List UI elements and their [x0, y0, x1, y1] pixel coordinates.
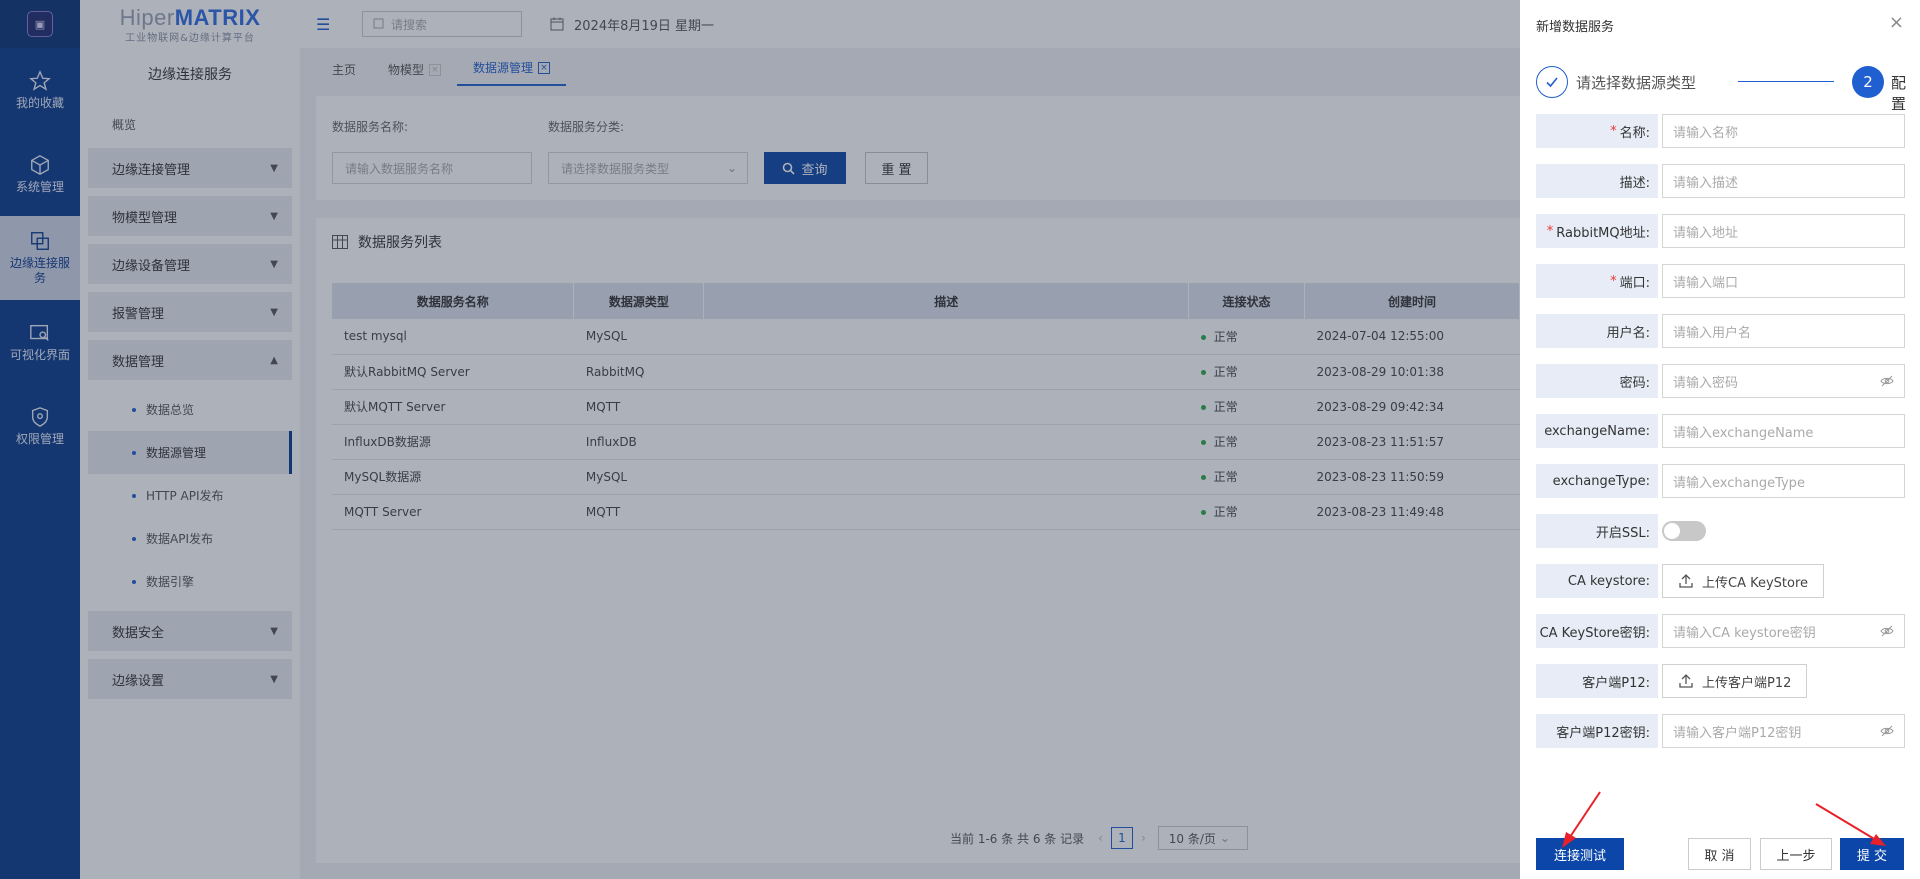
- field-label: * 端口:: [1536, 264, 1658, 298]
- field-label: 密码:: [1536, 364, 1658, 398]
- field-label: 用户名:: [1536, 314, 1658, 348]
- field-label: 客户端P12密钥:: [1536, 714, 1658, 748]
- field-input[interactable]: 请输入exchangeName: [1662, 414, 1905, 448]
- form-row: 密码: 请输入密码: [1536, 364, 1905, 398]
- close-icon[interactable]: ×: [1889, 12, 1904, 33]
- toggle-knob: [1664, 523, 1680, 539]
- form-row: CA keystore: 上传CA KeyStore: [1536, 564, 1905, 598]
- upload-button[interactable]: 上传客户端P12: [1662, 664, 1808, 698]
- field-label: exchangeName:: [1536, 414, 1658, 448]
- step-connector: [1738, 81, 1834, 82]
- add-data-service-drawer: 新增数据服务 × 请选择数据源类型 2 配置 * 名称: 请输入名称 描述: 请输入描述…: [1520, 0, 1920, 879]
- form-row: CA KeyStore密钥: 请输入CA keystore密钥: [1536, 614, 1905, 648]
- form-row: 描述: 请输入描述: [1536, 164, 1905, 198]
- field-label: * RabbitMQ地址:: [1536, 214, 1658, 248]
- field-input[interactable]: 请输入地址: [1662, 214, 1905, 248]
- modal-overlay[interactable]: [0, 0, 1520, 879]
- field-input[interactable]: 请输入描述: [1662, 164, 1905, 198]
- field-label: CA KeyStore密钥:: [1536, 614, 1658, 648]
- field-input[interactable]: 请输入客户端P12密钥: [1662, 714, 1905, 748]
- field-label: * 名称:: [1536, 114, 1658, 148]
- upload-icon: [1678, 573, 1702, 589]
- stepper: 请选择数据源类型 2 配置: [1536, 66, 1920, 113]
- eye-off-icon[interactable]: [1880, 374, 1894, 392]
- upload-button[interactable]: 上传CA KeyStore: [1662, 564, 1825, 598]
- field-label: 客户端P12:: [1536, 664, 1658, 698]
- check-icon: [1536, 66, 1568, 98]
- form-row: 客户端P12密钥: 请输入客户端P12密钥: [1536, 714, 1905, 748]
- upload-icon: [1678, 673, 1702, 689]
- annotation-arrow-icon: [1562, 791, 1601, 848]
- field-label: exchangeType:: [1536, 464, 1658, 498]
- form-row: 用户名: 请输入用户名: [1536, 314, 1905, 348]
- field-input[interactable]: 请输入exchangeType: [1662, 464, 1905, 498]
- step2-number: 2: [1852, 66, 1884, 98]
- form-row: * 名称: 请输入名称: [1536, 114, 1905, 148]
- ssl-toggle[interactable]: [1662, 521, 1706, 541]
- cancel-button[interactable]: 取 消: [1688, 838, 1751, 870]
- step1-label: 请选择数据源类型: [1576, 74, 1697, 92]
- drawer-title: 新增数据服务: [1536, 20, 1615, 35]
- step2-label: 配置: [1891, 74, 1907, 113]
- eye-off-icon[interactable]: [1880, 724, 1894, 742]
- field-input[interactable]: 请输入用户名: [1662, 314, 1905, 348]
- form-row: * RabbitMQ地址: 请输入地址: [1536, 214, 1905, 248]
- field-input[interactable]: 请输入端口: [1662, 264, 1905, 298]
- eye-off-icon[interactable]: [1880, 624, 1894, 642]
- field-label: CA keystore:: [1536, 564, 1658, 598]
- field-input[interactable]: 请输入CA keystore密钥: [1662, 614, 1905, 648]
- form-row: 客户端P12: 上传客户端P12: [1536, 664, 1905, 698]
- form-row: * 端口: 请输入端口: [1536, 264, 1905, 298]
- field-input[interactable]: 请输入密码: [1662, 364, 1905, 398]
- field-input[interactable]: 请输入名称: [1662, 114, 1905, 148]
- form-row: exchangeName: 请输入exchangeName: [1536, 414, 1905, 448]
- annotation-arrow-icon: [1815, 803, 1886, 846]
- form-row: 开启SSL:: [1536, 514, 1905, 548]
- form-row: exchangeType: 请输入exchangeType: [1536, 464, 1905, 498]
- field-label: 开启SSL:: [1536, 514, 1658, 548]
- field-label: 描述:: [1536, 164, 1658, 198]
